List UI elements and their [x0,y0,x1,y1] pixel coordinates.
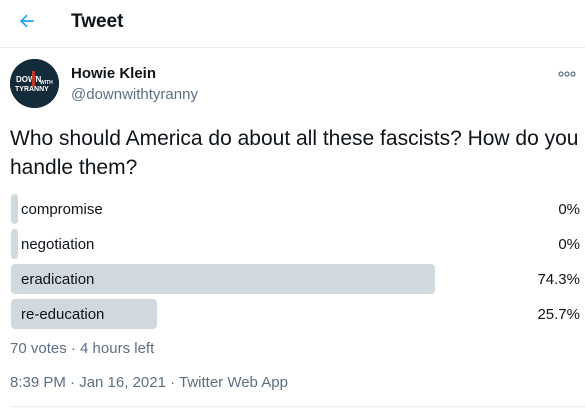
back-button[interactable] [10,6,44,40]
more-options-button[interactable] [552,60,582,86]
tweet-text: Who should America do about all these fa… [10,127,579,179]
poll-option: eradication 74.3% [11,264,580,294]
poll-bar [11,194,18,224]
poll-option: re-education 25.7% [11,299,580,329]
more-icon [558,64,576,82]
poll-option-label: compromise [21,201,103,218]
author-handle[interactable]: @downwithtyranny [71,86,198,103]
page-title: Tweet [71,11,124,32]
poll-option-percent: 0% [558,201,580,218]
svg-text:TYRANNY: TYRANNY [15,86,49,93]
arrow-left-icon [17,11,37,36]
poll-option-percent: 0% [558,236,580,253]
poll-option: negotiation 0% [11,229,580,259]
poll-option-percent: 25.7% [537,306,580,323]
poll-meta: 70 votes · 4 hours left [10,340,155,357]
svg-text:DOWN: DOWN [16,75,42,84]
poll-bar [11,229,18,259]
divider [10,406,585,407]
timestamp[interactable]: 8:39 PM · Jan 16, 2021 · Twitter Web App [10,374,288,391]
poll: compromise 0% negotiation 0% eradication… [11,194,580,334]
poll-option: compromise 0% [11,194,580,224]
poll-option-label: negotiation [21,236,95,253]
tweet-header: Tweet [0,0,585,48]
author-name[interactable]: Howie Klein [71,65,156,82]
avatar[interactable]: DOWN WITH TYRANNY [10,59,59,108]
poll-option-label: re-education [21,306,105,323]
poll-option-label: eradication [21,271,95,288]
poll-option-percent: 74.3% [537,271,580,288]
